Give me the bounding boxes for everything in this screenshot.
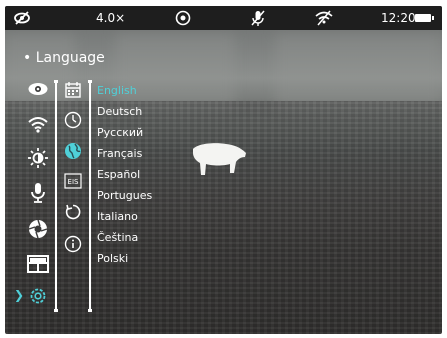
language-option-russian[interactable]: Русский xyxy=(97,126,143,140)
aperture-status-icon xyxy=(175,6,191,30)
battery-icon xyxy=(415,14,434,22)
language-option-cestina[interactable]: Čeština xyxy=(97,231,138,245)
language-option-francais[interactable]: Français xyxy=(97,147,142,161)
clock-icon[interactable] xyxy=(62,110,84,130)
info-icon[interactable] xyxy=(62,234,84,254)
background-trees-right xyxy=(275,34,442,108)
thermal-viewfinder: 4.0× 12:20 • Language ❯ EIS English Deut… xyxy=(5,6,442,334)
language-option-portugues[interactable]: Portugues xyxy=(97,189,152,203)
language-option-italiano[interactable]: Italiano xyxy=(97,210,138,224)
boar-thermal-target xyxy=(193,143,246,175)
language-option-english[interactable]: English xyxy=(97,84,137,98)
eye-icon[interactable] xyxy=(25,78,51,100)
layout-icon[interactable] xyxy=(25,253,51,275)
zoom-level: 4.0× xyxy=(96,11,126,25)
sub-menu-divider xyxy=(88,80,92,312)
globe-icon[interactable] xyxy=(62,141,84,161)
language-option-espanol[interactable]: Español xyxy=(97,168,140,182)
calendar-icon[interactable] xyxy=(62,80,84,100)
language-option-deutsch[interactable]: Deutsch xyxy=(97,105,142,119)
selection-arrow-icon: ❯ xyxy=(14,288,25,302)
mic-off-icon xyxy=(250,6,266,30)
reset-icon[interactable] xyxy=(62,202,84,222)
wifi-off-icon xyxy=(314,6,334,30)
status-bar: 4.0× 12:20 xyxy=(5,6,442,30)
eis-label: EIS xyxy=(68,178,79,186)
settings-gear-icon[interactable] xyxy=(25,285,51,307)
eis-icon[interactable]: EIS xyxy=(62,171,84,191)
microphone-icon[interactable] xyxy=(25,182,51,204)
eye-off-icon xyxy=(13,6,31,30)
brightness-icon[interactable] xyxy=(25,147,51,169)
wifi-icon[interactable] xyxy=(25,113,51,135)
aperture-icon[interactable] xyxy=(25,218,51,240)
main-menu-divider xyxy=(54,80,58,312)
language-option-polski[interactable]: Polski xyxy=(97,252,128,266)
menu-title: • Language xyxy=(23,50,105,66)
clock-time: 12:20 xyxy=(381,11,416,25)
